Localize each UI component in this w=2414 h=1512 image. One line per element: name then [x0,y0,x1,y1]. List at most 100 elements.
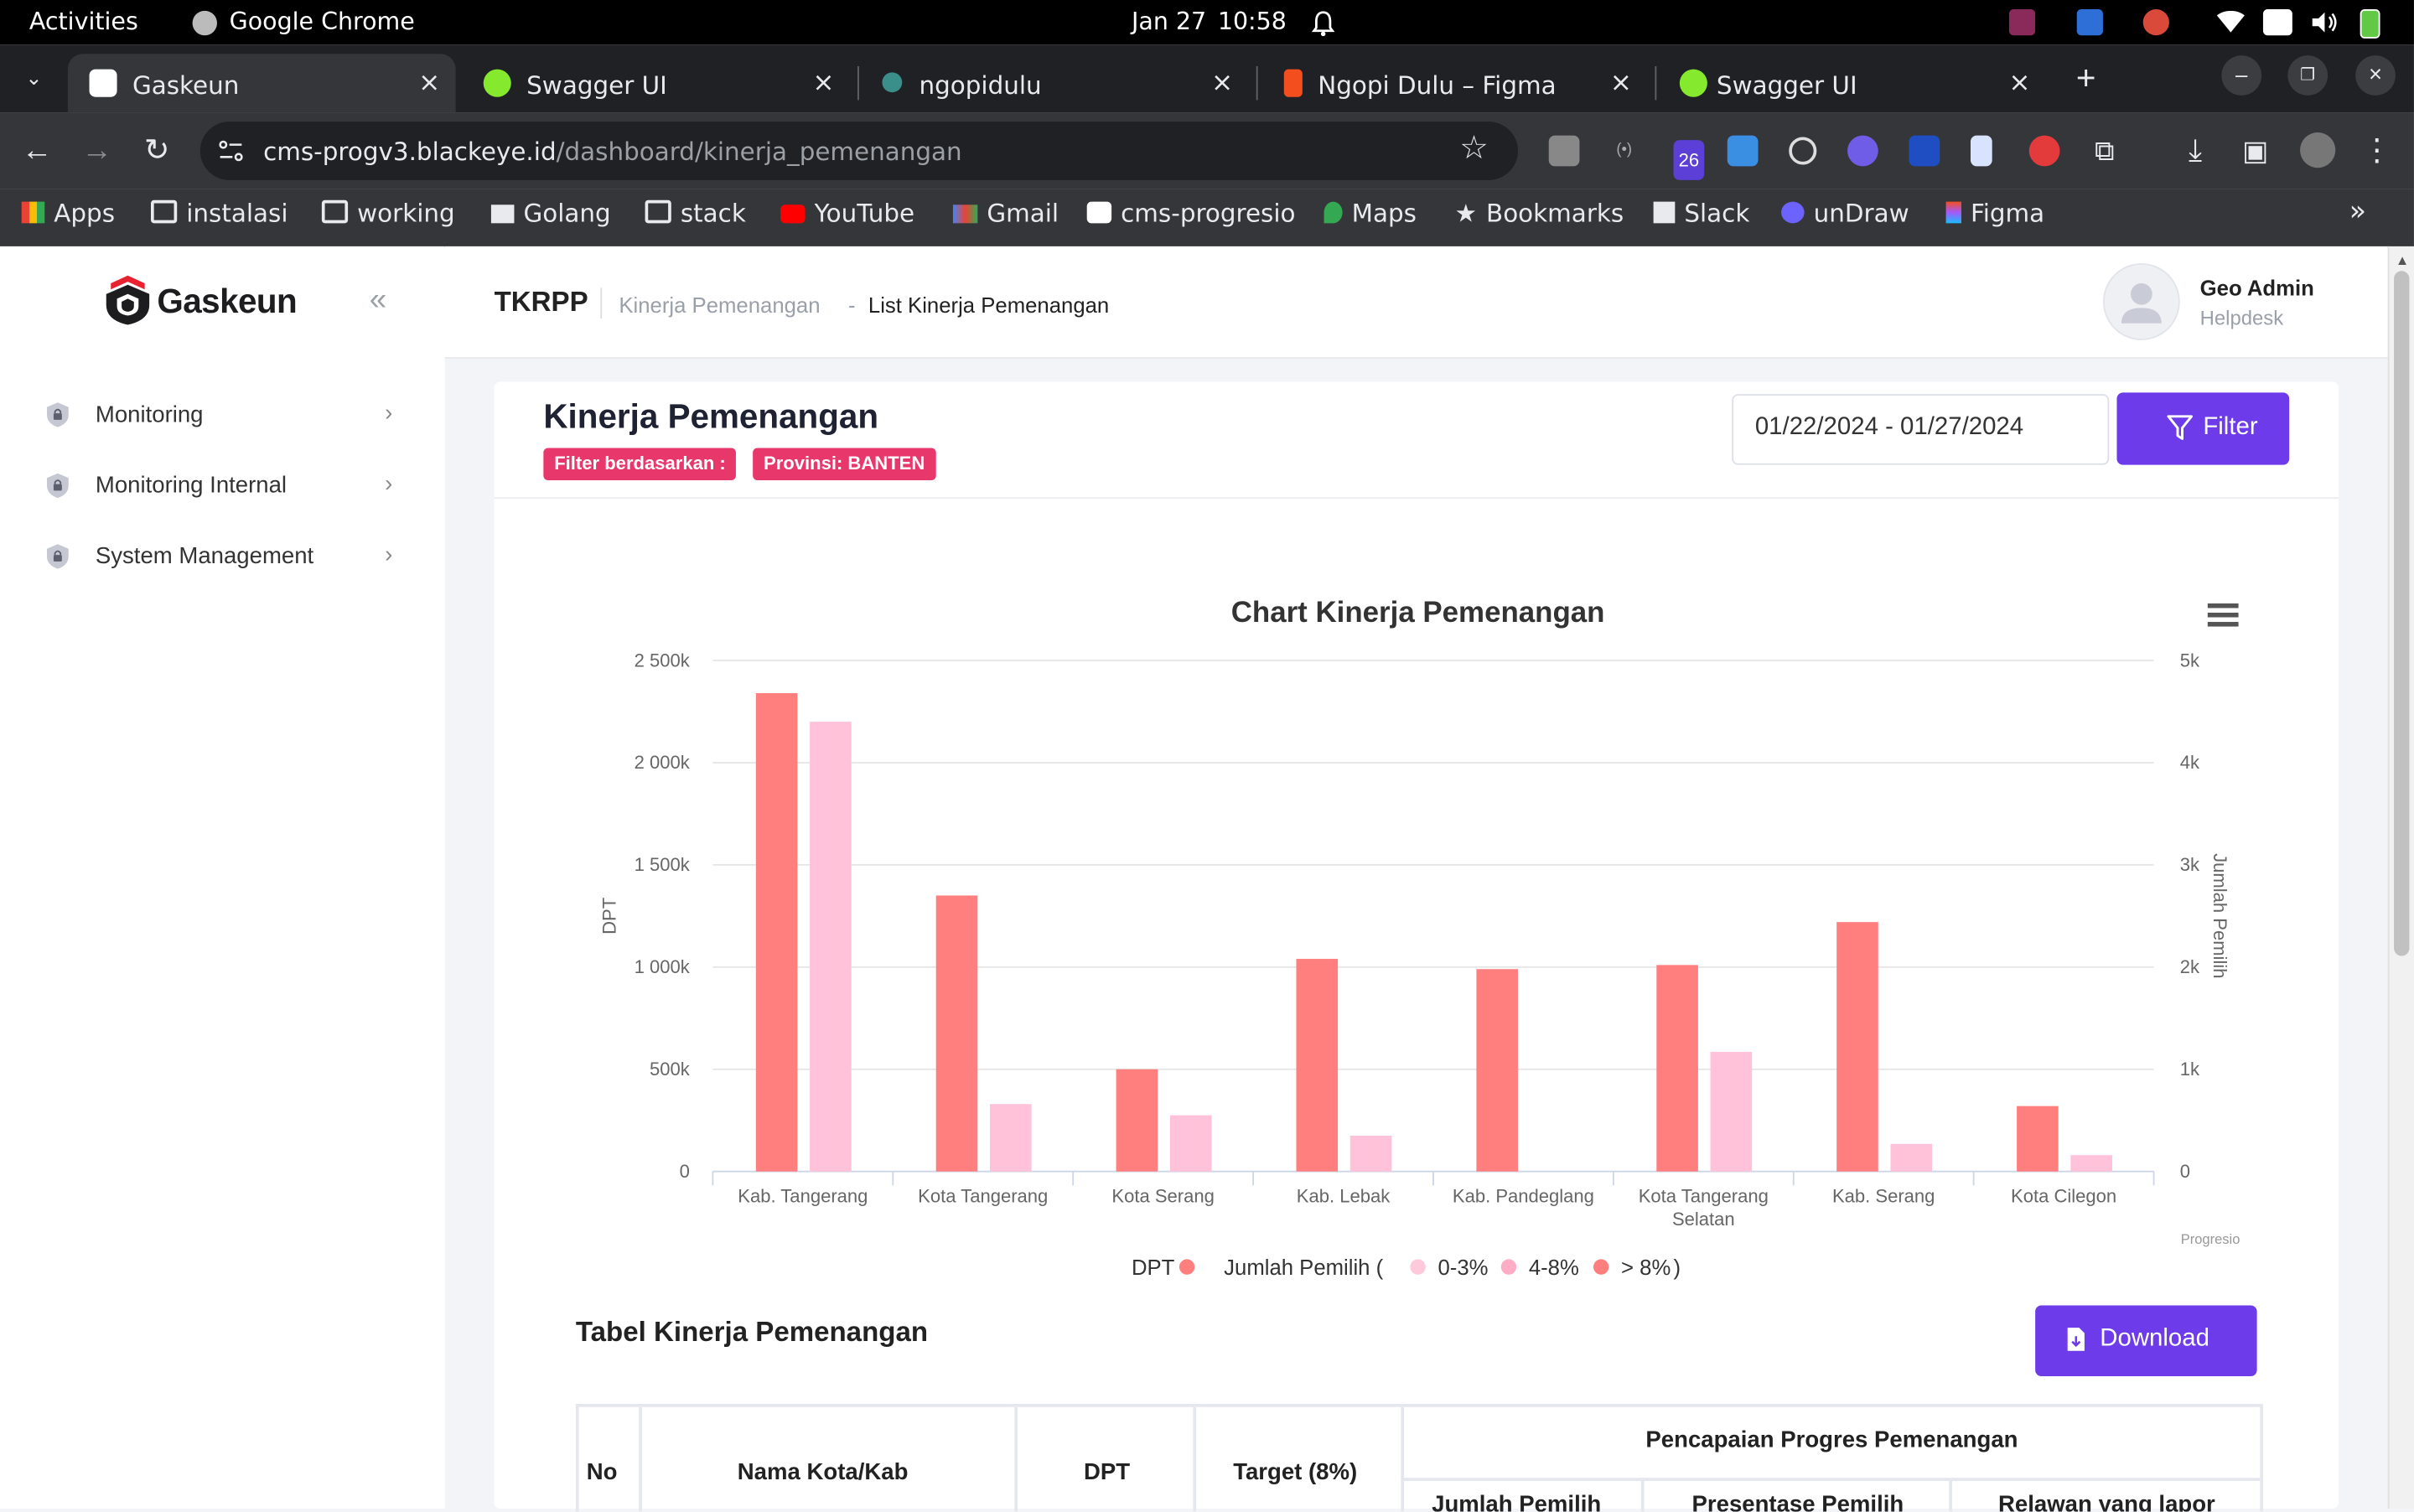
breadcrumb-separator: - [848,292,856,318]
bookmark-bookmarks[interactable]: ★ Bookmarks [1455,199,1624,228]
address-bar[interactable]: cms-progv3.blackeye.id/dashboard/kinerja… [199,122,1518,180]
bookmark-slack[interactable]: Slack [1653,199,1749,228]
sidebar-item-label: System Management [95,543,314,570]
bookmark-working[interactable]: working [321,199,455,228]
forward-button[interactable]: → [77,131,117,171]
battery-icon[interactable] [2360,9,2380,39]
tab-gaskeun[interactable]: Gaskeun × [67,54,456,113]
sidebar-item-system-management[interactable]: System Management › [44,534,414,580]
y-tick-label: 0 [680,1161,690,1182]
user-avatar[interactable] [2102,263,2180,340]
bookmark-star-icon[interactable]: ☆ [1459,129,1489,168]
downloads-icon[interactable]: ⤓ [2175,131,2215,171]
sidebar-item-monitoring-internal[interactable]: Monitoring Internal › [44,463,414,510]
gmail-icon [952,205,978,224]
sidebar-item-monitoring[interactable]: Monitoring › [44,392,414,438]
back-button[interactable]: ← [17,131,57,171]
activities-button[interactable]: Activities [29,8,138,35]
table-header-no: No [579,1406,642,1512]
tab-divider [857,65,859,101]
bookmark-youtube[interactable]: YouTube [780,199,914,228]
bookmark-cms-progresio[interactable]: cms-progresio [1086,199,1296,228]
reload-button[interactable]: ↻ [137,131,177,171]
tab-swagger-ui-2[interactable]: Swagger UI × [1658,54,2046,112]
x-tick-label: Kab. Pandeglang [1453,1185,1594,1206]
table-title: Tabel Kinerja Pemenangan [575,1316,929,1348]
undraw-icon [1781,201,1805,224]
y-axis-title: DPT [599,898,620,935]
clock-date[interactable]: Jan 27 [1132,8,1206,35]
profile-avatar-icon[interactable] [2300,132,2336,168]
extension-icon[interactable] [1789,137,1817,165]
app-name[interactable]: Google Chrome [230,8,415,35]
scrollbar-thumb[interactable] [2394,271,2410,956]
table-header-target: Target (8%) [1196,1406,1405,1512]
table-header-relawan: Relawan yang lapor [1998,1491,2215,1512]
tab-ngopidulu[interactable]: ngopidulu × [861,54,1249,112]
tray-notify-icon[interactable] [2142,9,2169,36]
browser-tab-strip: ⌄ Gaskeun × Swagger UI × ngopidulu × Ngo… [0,44,2414,113]
bookmark-stack[interactable]: stack [645,199,746,228]
bookmark-maps[interactable]: Maps [1324,199,1417,228]
bookmark-golang[interactable]: Golang [490,199,611,228]
dpt-bar [935,895,978,1172]
close-tab-icon[interactable]: × [812,68,834,99]
shield-lock-icon [47,544,69,569]
user-name[interactable]: Geo Admin [2200,276,2314,300]
y-tick-label: 1 500k [635,854,691,875]
extension-badge-icon[interactable]: 26 [1673,140,1705,180]
y-right-tick-label: 1k [2180,1059,2200,1080]
bookmark-figma[interactable]: Figma [1945,199,2044,228]
bookmark-undraw[interactable]: unDraw [1781,199,1909,228]
bookmark-instalasi[interactable]: instalasi [150,199,288,228]
page-scrollbar[interactable]: ▲ [2387,246,2414,1509]
extension-icon[interactable] [2028,135,2060,167]
more-bookmarks-icon[interactable]: » [2349,195,2366,228]
tab-divider [1655,65,1657,101]
close-tab-icon[interactable]: × [1211,68,1233,99]
collapse-sidebar-icon[interactable]: « [370,283,386,318]
chevron-right-icon: › [385,400,393,427]
download-button[interactable]: Download [2035,1305,2257,1377]
side-panel-icon[interactable]: ▣ [2235,131,2276,171]
star-icon: ★ [1454,198,1478,228]
close-window-button[interactable]: × [2355,55,2396,96]
volume-icon[interactable] [2311,11,2339,34]
y-tick-label: 2 000k [635,752,691,773]
tab-search-button[interactable]: ⌄ [14,59,54,99]
tray-shield-icon[interactable] [2076,9,2103,36]
new-tab-button[interactable]: + [2066,59,2106,99]
restore-window-button[interactable]: ❐ [2287,55,2329,96]
user-role: Helpdesk [2199,306,2284,330]
kinerja-card: Kinerja Pemenangan Filter berdasarkan : … [494,381,2339,1512]
close-tab-icon[interactable]: × [418,68,440,99]
extension-icon[interactable] [1909,135,1940,167]
bookmark-gmail[interactable]: Gmail [952,199,1059,228]
tray-app-icon[interactable] [2008,9,2036,36]
kinerja-chart: Chart Kinerja Pemenangan 0 0 500k 1k 1 000k 2k… [599,596,2240,1280]
site-info-icon[interactable] [219,140,243,162]
minimize-window-button[interactable]: – [2221,55,2262,96]
extension-icon[interactable] [1727,135,1759,167]
vpn-icon[interactable] [2262,9,2292,36]
wifi-icon[interactable] [2216,10,2245,34]
breadcrumb-parent[interactable]: Kinerja Pemenangan [619,293,820,317]
extension-icon[interactable] [1548,135,1580,167]
browser-toolbar: ← → ↻ cms-progv3.blackeye.id/dashboard/k… [0,112,2414,189]
header-divider [600,287,603,319]
close-tab-icon[interactable]: × [1610,68,1632,99]
table-header-group-label: Pencapaian Progres Pemenangan [1645,1427,2018,1453]
chrome-menu-icon[interactable]: ⋮ [2357,131,2397,171]
tab-swagger-ui[interactable]: Swagger UI × [462,54,850,112]
bookmark-apps[interactable]: Apps [21,199,115,228]
extensions-puzzle-icon[interactable]: ⧉ [2085,131,2125,171]
extension-icon[interactable]: (•) [1608,136,1640,167]
tab-figma[interactable]: Ngopi Dulu – Figma × [1259,54,1647,112]
close-tab-icon[interactable]: × [2008,68,2030,99]
extension-icon[interactable] [1847,135,1878,167]
scroll-up-icon[interactable]: ▲ [2396,252,2409,267]
chart-menu-icon[interactable] [2207,603,2239,631]
dpt-bar [1476,969,1518,1172]
clock-time[interactable]: 10:58 [1218,8,1287,35]
extension-icon[interactable] [1970,135,1992,167]
